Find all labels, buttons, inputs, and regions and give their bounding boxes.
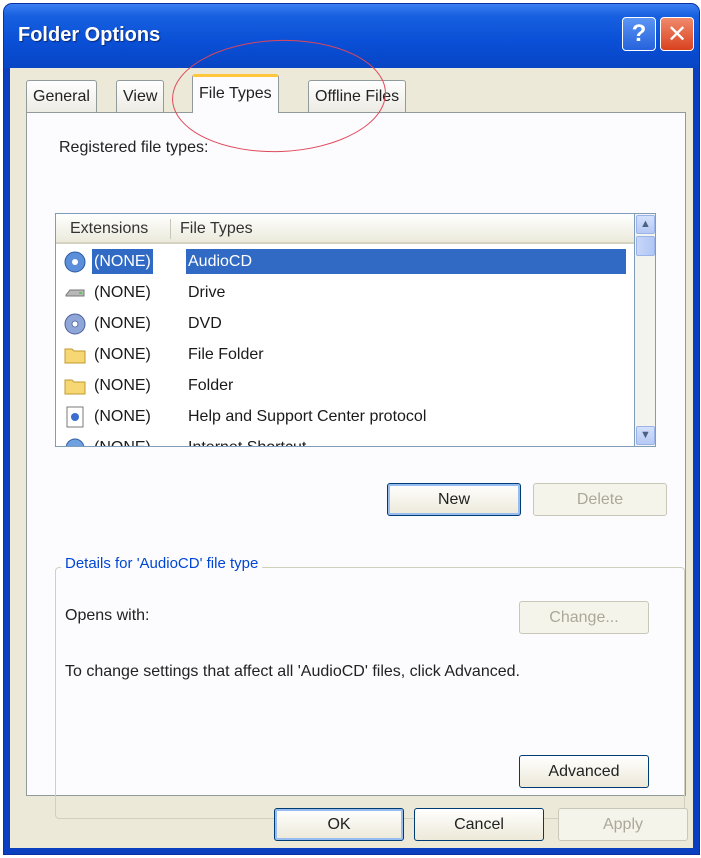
dvd-icon [64,313,86,335]
chevron-up-icon: ▲ [640,218,651,230]
opens-with-label: Opens with: [65,607,150,624]
list-item-extension: (NONE) [94,315,151,332]
apply-button[interactable]: Apply [558,808,688,841]
advanced-info-text: To change settings that affect all 'Audi… [65,663,520,680]
folder-options-window: Folder Options ? ✕ General View File Typ… [4,4,699,854]
list-item[interactable]: (NONE) DVD [56,308,634,339]
dialog-client-area: General View File Types Offline Files Re… [10,68,693,848]
change-button[interactable]: Change... [519,601,649,634]
list-item-file-type: Internet Shortcut [186,435,308,446]
file-types-panel: Registered file types: Extensions File T… [26,112,686,819]
ok-button[interactable]: OK [274,808,404,841]
tab-general[interactable]: General [26,80,97,112]
details-title: Details for 'AudioCD' file type [61,555,263,572]
column-extensions[interactable]: Extensions [70,220,148,238]
file-types-list[interactable]: Extensions File Types (NONE) AudioCD (NO… [55,213,635,447]
list-item-extension: (NONE) [92,249,153,274]
list-item[interactable]: (NONE) Folder [56,370,634,401]
advanced-button[interactable]: Advanced [519,755,649,788]
list-item-extension: (NONE) [94,377,151,394]
audiocd-icon [64,251,86,273]
tab-file-types[interactable]: File Types [192,74,279,113]
tab-file-types-label: File Types [199,85,272,102]
tab-offline-files[interactable]: Offline Files [308,80,407,112]
list-item[interactable]: (NONE) Internet Shortcut [56,432,634,446]
folder-icon [64,379,86,395]
list-item[interactable]: (NONE) Drive [56,277,634,308]
cancel-button[interactable]: Cancel [414,808,544,841]
list-item-file-type: Drive [188,284,226,301]
scroll-up-button[interactable]: ▲ [636,215,655,234]
help-protocol-icon [66,406,84,428]
chevron-down-icon: ▼ [640,429,651,441]
help-icon: ? [631,20,647,47]
list-item-file-type: DVD [188,315,222,332]
list-item-file-type: AudioCD [186,249,626,274]
list-item-file-type: Folder [188,377,234,394]
scroll-thumb[interactable] [636,236,655,256]
tab-view-label: View [123,88,158,105]
list-item[interactable]: (NONE) AudioCD [56,246,634,277]
list-item[interactable]: (NONE) Help and Support Center protocol [56,401,634,432]
list-header: Extensions File Types [56,214,634,244]
registered-file-types-label: Registered file types: [59,139,209,156]
internet-shortcut-icon [65,438,85,446]
list-item[interactable]: (NONE) File Folder [56,339,634,370]
folder-icon [64,348,86,364]
list-item-extension: (NONE) [94,408,151,425]
list-item-extension: (NONE) [94,346,151,363]
title-bar[interactable]: Folder Options ? ✕ [4,4,699,68]
new-button[interactable]: New [387,483,521,516]
column-file-types[interactable]: File Types [180,220,253,238]
help-button[interactable]: ? [622,17,656,51]
list-item-file-type: Help and Support Center protocol [188,408,427,425]
list-scrollbar[interactable]: ▲ ▼ [635,213,656,447]
list-item-file-type: File Folder [188,346,264,363]
tab-view[interactable]: View [116,80,165,112]
window-title: Folder Options [18,24,161,46]
column-separator[interactable] [170,219,171,239]
drive-icon [65,289,85,297]
scroll-down-button[interactable]: ▼ [636,426,655,445]
list-item-extension: (NONE) [92,435,153,446]
tab-general-label: General [33,88,90,105]
tab-offline-files-label: Offline Files [315,88,400,105]
delete-button[interactable]: Delete [533,483,667,516]
list-item-extension: (NONE) [94,284,151,301]
close-icon: ✕ [666,20,688,48]
close-button[interactable]: ✕ [660,17,694,51]
